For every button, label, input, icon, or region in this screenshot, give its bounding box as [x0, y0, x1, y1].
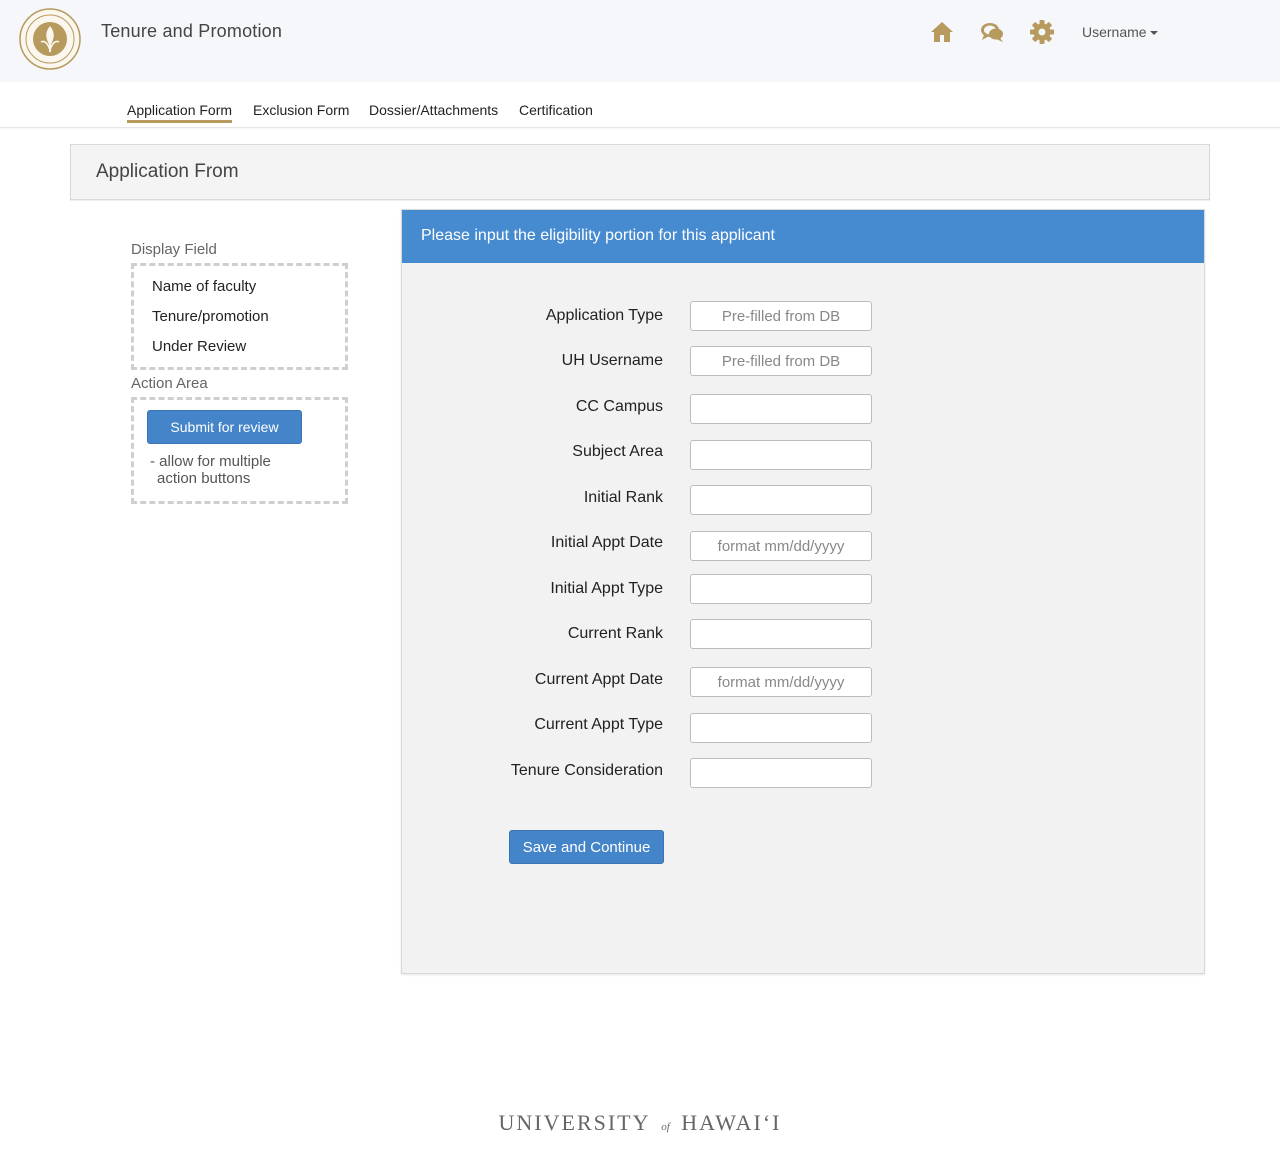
tenure-consideration-field[interactable] [690, 758, 872, 788]
footer-brand-university: UNIVERSITY [498, 1110, 650, 1135]
action-note-line-1: - allow for multiple [150, 453, 271, 470]
action-area-box: Submit for review - allow for multiple a… [131, 397, 348, 504]
label-uh-username: UH Username [561, 352, 663, 369]
top-header: Tenure and Promotion Username [0, 0, 1280, 82]
label-current-rank: Current Rank [567, 625, 663, 642]
action-note: - allow for multiple action buttons [150, 453, 340, 487]
form-header: Please input the eligibility portion for… [402, 210, 1204, 263]
footer-university-wordmark: UNIVERSITY of HAWAI‘I [0, 1110, 1280, 1136]
gear-icon[interactable] [1029, 19, 1055, 45]
eligibility-form-panel: Please input the eligibility portion for… [401, 209, 1205, 974]
current-appt-type-field[interactable] [690, 713, 872, 743]
display-item-under-review: Under Review [152, 338, 247, 355]
save-and-continue-button[interactable]: Save and Continue [509, 830, 664, 864]
cc-campus-field[interactable] [690, 394, 872, 424]
footer-brand-of: of [661, 1121, 670, 1133]
action-area-label: Action Area [131, 375, 208, 392]
chat-icon[interactable] [979, 19, 1005, 45]
label-subject-area: Subject Area [572, 443, 663, 460]
label-initial-appt-date: Initial Appt Date [550, 534, 663, 551]
initial-appt-date-field[interactable] [690, 531, 872, 561]
label-current-appt-type: Current Appt Type [534, 716, 663, 733]
submit-for-review-button[interactable]: Submit for review [147, 410, 302, 444]
username-dropdown[interactable]: Username [1082, 24, 1158, 40]
label-current-appt-date: Current Appt Date [534, 671, 663, 688]
label-application-type: Application Type [545, 307, 663, 324]
display-field-label: Display Field [131, 241, 217, 258]
current-rank-field[interactable] [690, 619, 872, 649]
caret-down-icon [1149, 31, 1158, 36]
display-item-name-of-faculty: Name of faculty [152, 278, 257, 295]
uh-username-field[interactable] [690, 346, 872, 376]
action-note-line-2: action buttons [157, 470, 251, 487]
tab-dossier-attachments[interactable]: Dossier/Attachments [369, 102, 498, 120]
display-item-tenure-promotion: Tenure/promotion [152, 308, 269, 325]
username-label: Username [1082, 24, 1147, 40]
tab-exclusion-form[interactable]: Exclusion Form [253, 102, 349, 120]
label-initial-appt-type: Initial Appt Type [550, 580, 663, 597]
application-type-field[interactable] [690, 301, 872, 331]
current-appt-date-field[interactable] [690, 667, 872, 697]
form-header-text: Please input the eligibility portion for… [421, 227, 775, 244]
subject-area-field[interactable] [690, 440, 872, 470]
initial-appt-type-field[interactable] [690, 574, 872, 604]
footer-brand-hawaii: HAWAI‘I [681, 1110, 782, 1135]
home-icon[interactable] [929, 19, 955, 45]
university-seal-logo [19, 8, 81, 70]
tab-certification[interactable]: Certification [519, 102, 593, 120]
page-title-panel: Application From [70, 144, 1210, 200]
page-title: Application From [96, 161, 239, 182]
tab-bar: Application Form Exclusion Form Dossier/… [0, 82, 1280, 128]
label-tenure-consideration: Tenure Consideration [510, 762, 663, 779]
app-title: Tenure and Promotion [101, 21, 283, 41]
tab-application-form[interactable]: Application Form [127, 102, 233, 123]
label-cc-campus: CC Campus [575, 398, 663, 415]
display-field-box: Name of faculty Tenure/promotion Under R… [131, 263, 348, 370]
initial-rank-field[interactable] [690, 485, 872, 515]
label-initial-rank: Initial Rank [583, 489, 663, 506]
